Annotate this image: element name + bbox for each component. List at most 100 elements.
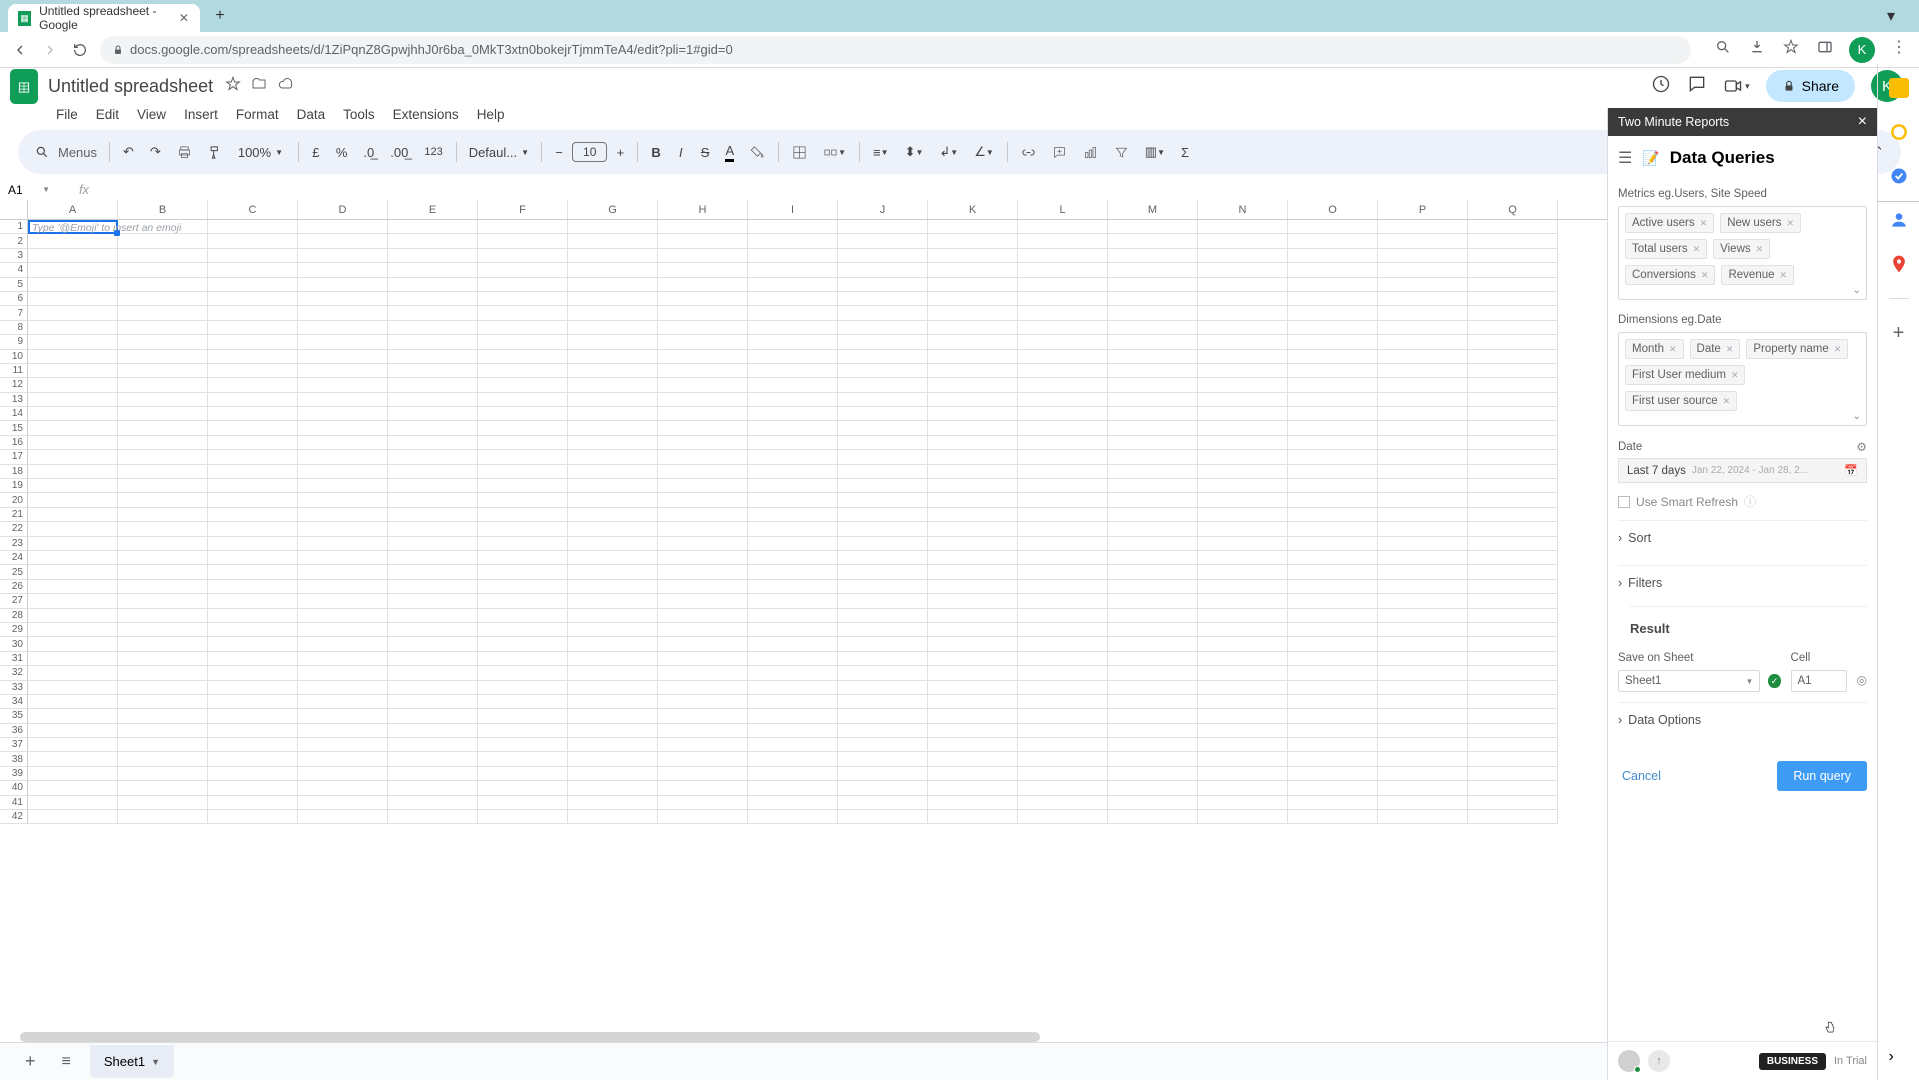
cell[interactable] — [838, 450, 928, 464]
cell[interactable] — [118, 350, 208, 364]
cell[interactable] — [838, 263, 928, 277]
cell[interactable] — [478, 767, 568, 781]
cell[interactable] — [28, 781, 118, 795]
cell[interactable] — [298, 738, 388, 752]
cell[interactable] — [1288, 681, 1378, 695]
row-header[interactable]: 12 — [0, 378, 28, 392]
row-header[interactable]: 40 — [0, 781, 28, 795]
currency-button[interactable]: £ — [305, 140, 327, 165]
cell[interactable] — [838, 565, 928, 579]
cell[interactable] — [388, 393, 478, 407]
cell[interactable] — [1198, 364, 1288, 378]
cell[interactable] — [1198, 522, 1288, 536]
cell[interactable] — [838, 234, 928, 248]
row-header[interactable]: 35 — [0, 709, 28, 723]
cell[interactable] — [658, 292, 748, 306]
cell[interactable] — [1018, 465, 1108, 479]
chip-remove-icon[interactable]: ✕ — [1693, 244, 1701, 255]
cell[interactable] — [1288, 666, 1378, 680]
cell[interactable] — [478, 364, 568, 378]
cell[interactable] — [658, 249, 748, 263]
cell[interactable] — [658, 652, 748, 666]
cell[interactable] — [748, 565, 838, 579]
cell[interactable] — [1288, 637, 1378, 651]
cell[interactable] — [1288, 436, 1378, 450]
cell[interactable] — [928, 479, 1018, 493]
cell[interactable] — [208, 249, 298, 263]
cell[interactable] — [1018, 263, 1108, 277]
cell[interactable] — [1108, 652, 1198, 666]
cell[interactable] — [1468, 738, 1558, 752]
cell[interactable] — [478, 637, 568, 651]
cell[interactable] — [118, 580, 208, 594]
cell[interactable] — [478, 321, 568, 335]
cell[interactable] — [1108, 465, 1198, 479]
cell[interactable] — [748, 465, 838, 479]
chip-remove-icon[interactable]: ✕ — [1723, 396, 1731, 407]
cell[interactable] — [748, 724, 838, 738]
sheet-tab-menu-icon[interactable]: ▼ — [151, 1057, 160, 1067]
cell[interactable] — [928, 695, 1018, 709]
row-header[interactable]: 32 — [0, 666, 28, 680]
cell[interactable] — [1378, 378, 1468, 392]
cell[interactable] — [1108, 393, 1198, 407]
cell[interactable] — [1378, 738, 1468, 752]
cell[interactable] — [208, 594, 298, 608]
cell[interactable] — [478, 752, 568, 766]
cell[interactable] — [928, 623, 1018, 637]
cell[interactable] — [928, 709, 1018, 723]
row-header[interactable]: 24 — [0, 551, 28, 565]
cell[interactable] — [1198, 652, 1288, 666]
cell[interactable] — [1018, 767, 1108, 781]
cell[interactable] — [208, 580, 298, 594]
cell[interactable] — [118, 522, 208, 536]
cell[interactable] — [298, 335, 388, 349]
cell[interactable] — [298, 479, 388, 493]
cell-input[interactable]: A1 — [1791, 670, 1847, 692]
metrics-input[interactable]: Active users✕New users✕Total users✕Views… — [1618, 206, 1867, 300]
cell[interactable] — [1468, 810, 1558, 824]
cell[interactable] — [1018, 810, 1108, 824]
cell[interactable] — [1108, 709, 1198, 723]
link-button[interactable] — [1014, 140, 1043, 165]
cell[interactable] — [1108, 522, 1198, 536]
cell[interactable] — [1108, 350, 1198, 364]
cell[interactable] — [928, 321, 1018, 335]
cell[interactable] — [388, 637, 478, 651]
cell[interactable] — [208, 393, 298, 407]
cell[interactable] — [748, 335, 838, 349]
cell[interactable] — [208, 263, 298, 277]
cell[interactable] — [28, 810, 118, 824]
cell[interactable] — [658, 335, 748, 349]
cell[interactable] — [748, 522, 838, 536]
cell[interactable] — [208, 781, 298, 795]
cell[interactable] — [568, 393, 658, 407]
row-header[interactable]: 39 — [0, 767, 28, 781]
cell[interactable] — [118, 321, 208, 335]
cell[interactable] — [1108, 436, 1198, 450]
merge-button[interactable]: ▼ — [816, 140, 853, 165]
row-header[interactable]: 19 — [0, 479, 28, 493]
cell[interactable] — [478, 407, 568, 421]
chevron-down-icon[interactable]: ⌄ — [1853, 411, 1861, 422]
cell[interactable] — [298, 220, 388, 234]
cell[interactable] — [1468, 623, 1558, 637]
cell[interactable] — [28, 479, 118, 493]
cell[interactable] — [28, 508, 118, 522]
cell[interactable] — [388, 335, 478, 349]
col-header[interactable]: E — [388, 200, 478, 219]
cell[interactable] — [658, 364, 748, 378]
cell[interactable] — [1198, 537, 1288, 551]
cell[interactable] — [748, 623, 838, 637]
cell[interactable] — [838, 724, 928, 738]
cell[interactable] — [388, 738, 478, 752]
cell[interactable] — [1288, 537, 1378, 551]
cell[interactable] — [118, 666, 208, 680]
cell[interactable] — [1468, 450, 1558, 464]
cell[interactable] — [658, 738, 748, 752]
cell[interactable] — [748, 781, 838, 795]
cell[interactable] — [478, 465, 568, 479]
cell[interactable] — [1108, 234, 1198, 248]
cell[interactable] — [1288, 234, 1378, 248]
cell[interactable] — [1198, 350, 1288, 364]
